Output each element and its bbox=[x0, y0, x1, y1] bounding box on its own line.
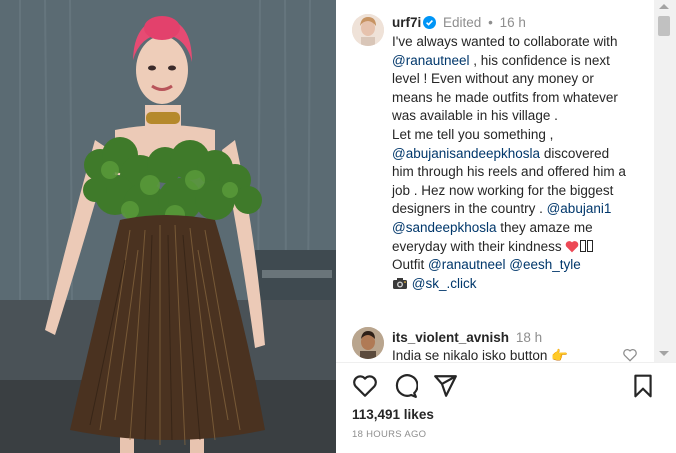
post-photo-illustration bbox=[0, 0, 336, 453]
post-header: urf7i Edited • 16 h bbox=[392, 14, 652, 31]
caption-line: @sandeepkhosla they amaze me bbox=[392, 219, 650, 238]
comment-like-icon[interactable] bbox=[622, 348, 638, 362]
caption-line: Let me tell you something , bbox=[392, 126, 650, 145]
heart-icon[interactable] bbox=[352, 373, 378, 399]
caption-area: urf7i Edited • 16 h I've always wanted t… bbox=[336, 0, 656, 362]
caption-text: means he made outfits from whatever bbox=[392, 89, 618, 105]
comment-time: 18 h bbox=[515, 330, 543, 345]
missing-glyph-icon bbox=[580, 239, 587, 252]
post-sidebar: urf7i Edited • 16 h I've always wanted t… bbox=[336, 0, 676, 453]
mention-link[interactable]: @abujanisandeepkhosla bbox=[392, 146, 540, 161]
caption-line: @ranautneel , his confidence is next bbox=[392, 52, 650, 71]
comment-text: India se nikalo isko button 👉 bbox=[392, 348, 568, 362]
mention-link[interactable]: @sandeepkhosla bbox=[392, 220, 497, 235]
caption-text: Outfit bbox=[392, 257, 429, 273]
caption-line: level ! Even without any money or bbox=[392, 70, 650, 89]
post-timestamp: 18 HOURS AGO bbox=[352, 429, 427, 440]
post-photo[interactable] bbox=[0, 0, 336, 453]
caption-text: job . Hez now working for the biggest bbox=[392, 182, 614, 198]
likes-count[interactable]: 113,491 likes bbox=[352, 407, 434, 422]
caption-text: discovered bbox=[540, 145, 610, 161]
caption-text: I've always wanted to collaborate with bbox=[392, 34, 618, 49]
mention-link[interactable]: @sk_.click bbox=[412, 276, 477, 291]
caption-text: they amaze me bbox=[496, 219, 593, 235]
action-bar: 113,491 likes 18 HOURS AGO bbox=[336, 362, 676, 453]
verified-badge-icon bbox=[423, 16, 437, 29]
mention-link[interactable]: @abujani1 bbox=[547, 201, 612, 216]
caption-text: level ! Even without any money or bbox=[392, 71, 594, 87]
caption-line: him through his reels and offered him a bbox=[392, 163, 650, 182]
author-avatar[interactable] bbox=[352, 14, 384, 46]
post-caption: I've always wanted to collaborate with @r… bbox=[392, 33, 650, 293]
author-username[interactable]: urf7i bbox=[392, 15, 421, 30]
missing-glyph-icon bbox=[587, 239, 594, 252]
caption-line: designers in the country . @abujani1 bbox=[392, 200, 650, 219]
edited-label: Edited bbox=[443, 15, 482, 30]
commenter-username[interactable]: its_violent_avnish bbox=[392, 330, 509, 345]
caption-text: him through his reels and offered him a bbox=[392, 164, 626, 180]
caption-text: Let me tell you something , bbox=[392, 126, 554, 142]
caption-text: , his confidence is next bbox=[469, 52, 610, 68]
commenter-avatar[interactable] bbox=[352, 327, 384, 359]
camera-icon bbox=[392, 277, 408, 290]
caption-line: @abujanisandeepkhosla discovered bbox=[392, 145, 650, 164]
caption-line: I've always wanted to collaborate with bbox=[392, 33, 650, 52]
caption-line: @sk_.click bbox=[392, 275, 650, 294]
caption-line: job . Hez now working for the biggest bbox=[392, 182, 650, 201]
caption-scrollbar[interactable] bbox=[654, 0, 676, 362]
scroll-down-arrow-icon[interactable] bbox=[659, 351, 669, 356]
caption-text: everyday with their kindness bbox=[392, 238, 566, 254]
caption-line: Outfit @ranautneel @eesh_tyle bbox=[392, 256, 650, 275]
caption-line: means he made outfits from whatever bbox=[392, 89, 650, 108]
scroll-thumb[interactable] bbox=[658, 16, 670, 36]
scroll-up-arrow-icon[interactable] bbox=[659, 4, 669, 9]
mention-link[interactable]: @eesh_tyle bbox=[509, 257, 581, 272]
share-icon[interactable] bbox=[432, 373, 458, 399]
caption-line: everyday with their kindness bbox=[392, 238, 650, 257]
bookmark-icon[interactable] bbox=[630, 373, 656, 399]
mention-link[interactable]: @ranautneel bbox=[428, 257, 506, 272]
caption-text: was available in his village . bbox=[392, 108, 558, 124]
caption-text: designers in the country . bbox=[392, 201, 547, 217]
comment-icon[interactable] bbox=[392, 373, 419, 399]
caption-line: was available in his village . bbox=[392, 107, 650, 126]
red-heart-icon bbox=[565, 240, 579, 253]
mention-link[interactable]: @ranautneel bbox=[392, 53, 470, 68]
meta-separator: • bbox=[488, 15, 493, 30]
comment: its_violent_avnish 18 h India se nikalo … bbox=[392, 329, 652, 362]
post-time: 16 h bbox=[499, 15, 526, 30]
